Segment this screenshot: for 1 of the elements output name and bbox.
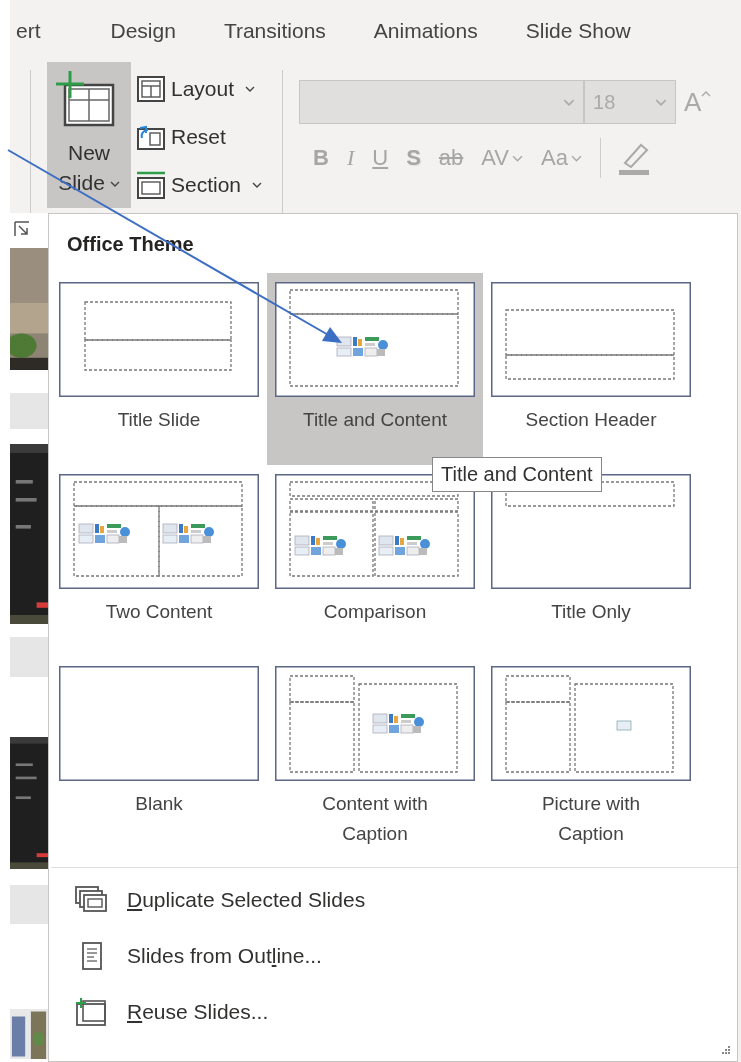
tooltip: Title and Content bbox=[432, 457, 602, 492]
